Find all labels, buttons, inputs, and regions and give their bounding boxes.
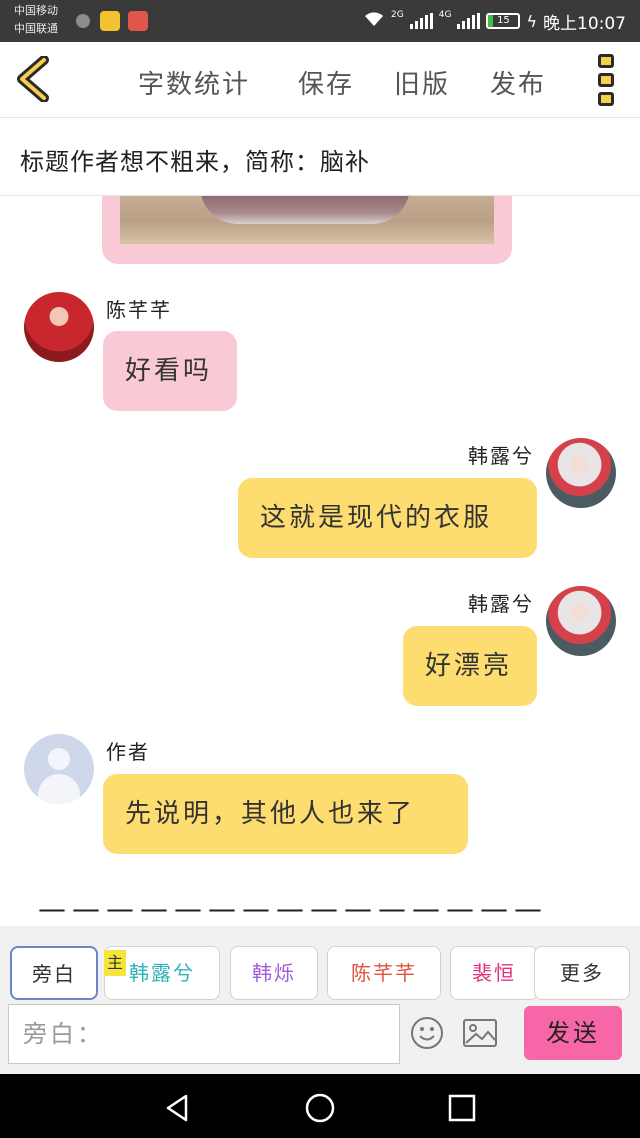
emoji-button[interactable] xyxy=(410,1016,444,1050)
image-message[interactable] xyxy=(102,196,512,264)
battery-icon: 15 xyxy=(486,13,521,29)
message-bubble[interactable]: 先说明，其他人也来了 xyxy=(103,774,468,854)
notification-icon xyxy=(76,14,90,28)
story-title-bar[interactable]: 标题作者想不粗来，简称：脑补 xyxy=(0,118,640,196)
network-type-1: 2G xyxy=(391,10,404,20)
carrier-1: 中国移动 xyxy=(14,4,58,17)
signal-icon xyxy=(457,13,481,29)
message-photo xyxy=(120,196,494,244)
more-characters-button[interactable]: 更多 xyxy=(534,946,630,1000)
charging-icon: ϟ xyxy=(526,11,537,31)
avatar-han-luxi[interactable] xyxy=(546,586,616,656)
chevron-left-icon xyxy=(17,55,49,103)
old-version-button[interactable]: 旧版 xyxy=(394,64,450,101)
smiley-icon xyxy=(411,1017,443,1049)
back-triangle-icon xyxy=(166,1094,188,1122)
battery-level: 15 xyxy=(497,15,510,26)
system-nav-bar xyxy=(0,1074,640,1138)
character-chip-chen-qianqian[interactable]: 陈芊芊 xyxy=(327,946,441,1000)
avatar-chen-qianqian[interactable] xyxy=(24,292,94,362)
home-circle-icon xyxy=(305,1093,335,1123)
save-button[interactable]: 保存 xyxy=(298,64,354,101)
divider-line: ——————————————— xyxy=(38,892,548,925)
network-type-2: 4G xyxy=(438,10,452,20)
publish-button[interactable]: 发布 xyxy=(490,64,546,101)
top-toolbar: 字数统计 保存 旧版 发布 xyxy=(0,42,640,118)
back-button[interactable] xyxy=(14,55,54,103)
nav-recents-button[interactable] xyxy=(442,1088,482,1128)
wifi-icon xyxy=(363,10,385,33)
word-count-button[interactable]: 字数统计 xyxy=(138,64,250,101)
message-input[interactable]: 旁白： xyxy=(8,1004,400,1064)
main-character-badge: 主 xyxy=(104,950,126,976)
character-chip-narrator[interactable]: 旁白 xyxy=(10,946,98,1000)
message-bubble[interactable]: 好漂亮 xyxy=(403,626,537,706)
avatar-han-luxi[interactable] xyxy=(546,438,616,508)
status-bar: 中国移动 中国联通 2G 4G 15 ϟ 晚上10:07 xyxy=(0,0,640,42)
character-chip-han-shuo[interactable]: 韩烁 xyxy=(230,946,318,1000)
avatar-author[interactable] xyxy=(24,734,94,804)
message-bubble[interactable]: 这就是现代的衣服 xyxy=(238,478,537,558)
nav-home-button[interactable] xyxy=(300,1088,340,1128)
sender-name: 韩露兮 xyxy=(468,444,534,468)
more-menu-button[interactable] xyxy=(598,54,618,106)
app-notification-icon xyxy=(100,11,120,31)
insert-image-button[interactable] xyxy=(462,1016,498,1050)
story-title: 标题作者想不粗来，简称：脑补 xyxy=(20,148,370,176)
signal-icon xyxy=(409,13,433,29)
sender-name: 韩露兮 xyxy=(468,592,534,616)
character-chip-pei-heng[interactable]: 裴恒 xyxy=(450,946,538,1000)
more-vertical-icon xyxy=(598,54,614,68)
compose-panel: 旁白 韩露兮 主 韩烁 陈芊芊 裴恒 更多 旁白： 发送 xyxy=(0,926,640,1074)
message-bubble[interactable]: 好看吗 xyxy=(103,331,237,411)
clock: 晚上10:07 xyxy=(543,13,626,34)
sender-name: 作者 xyxy=(106,740,150,764)
carrier-2: 中国联通 xyxy=(14,22,58,35)
recents-square-icon xyxy=(448,1094,476,1122)
chat-area[interactable]: 陈芊芊 好看吗 韩露兮 这就是现代的衣服 韩露兮 好漂亮 作者 先说明，其他人也… xyxy=(0,196,640,926)
nav-back-button[interactable] xyxy=(158,1088,198,1128)
app-notification-icon xyxy=(128,11,148,31)
send-button[interactable]: 发送 xyxy=(524,1006,622,1060)
image-icon xyxy=(463,1019,497,1047)
sender-name: 陈芊芊 xyxy=(106,298,172,322)
